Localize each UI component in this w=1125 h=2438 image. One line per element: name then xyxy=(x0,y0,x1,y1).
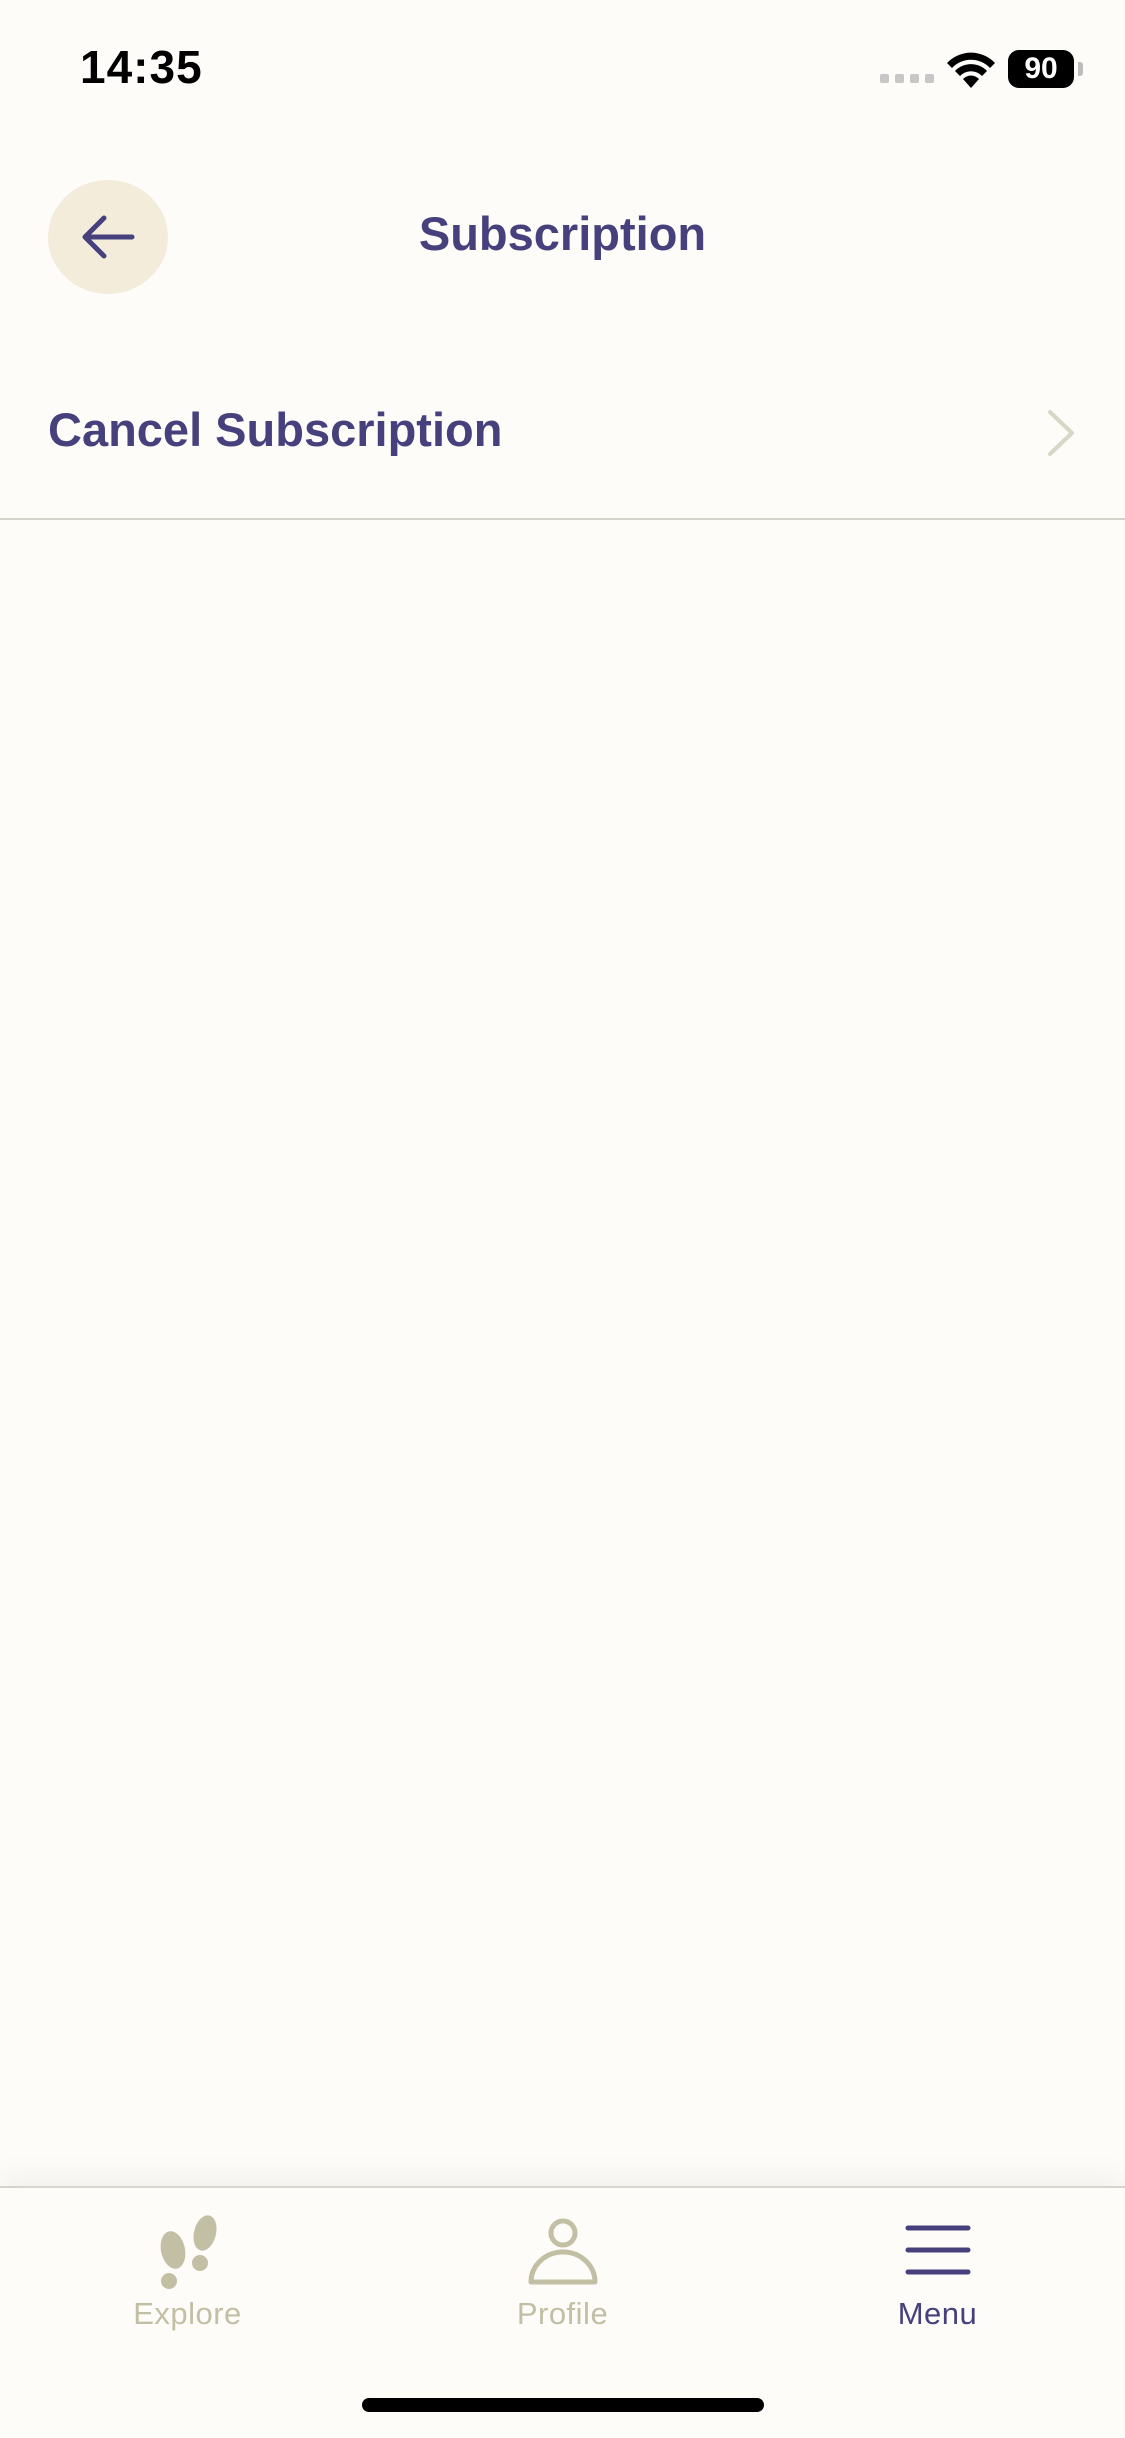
wifi-icon xyxy=(947,52,995,88)
cancel-subscription-row[interactable]: Cancel Subscription xyxy=(0,360,1125,520)
page-title: Subscription xyxy=(418,207,707,260)
tab-profile-label: Profile xyxy=(516,2296,609,2331)
status-bar: 14:35 90 xyxy=(0,0,1125,140)
cancel-subscription-label: Cancel Subscription xyxy=(48,403,503,456)
tab-explore[interactable]: Explore xyxy=(0,2188,375,2348)
tab-menu-label: Menu xyxy=(897,2296,978,2331)
menu-icon xyxy=(905,2225,970,2275)
home-indicator xyxy=(362,2398,764,2412)
person-icon xyxy=(528,2218,597,2285)
tab-profile[interactable]: Profile xyxy=(375,2188,750,2348)
battery-tip xyxy=(1078,62,1083,76)
cellular-signal-icon xyxy=(880,74,934,83)
battery-level: 90 xyxy=(1024,52,1058,85)
tab-explore-label: Explore xyxy=(133,2296,242,2331)
status-time: 14:35 xyxy=(80,41,203,93)
chevron-right-icon xyxy=(1048,410,1074,456)
battery-icon: 90 xyxy=(1008,50,1074,88)
footprints-icon xyxy=(160,2215,217,2289)
tab-menu[interactable]: Menu xyxy=(750,2188,1125,2348)
